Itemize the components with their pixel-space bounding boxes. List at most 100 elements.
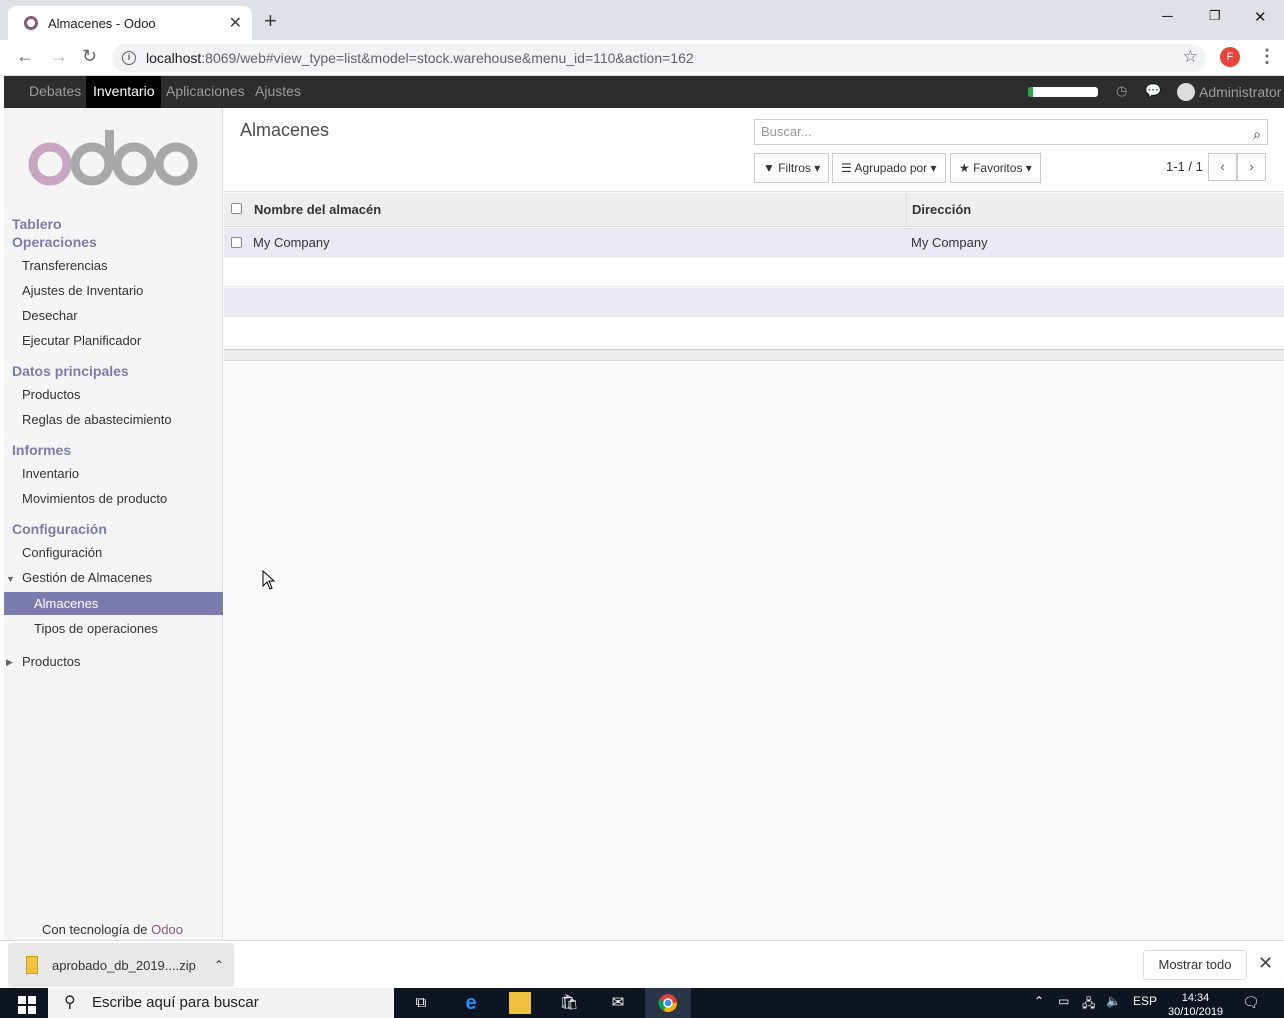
network-icon[interactable]: 🖧 (1082, 994, 1095, 1015)
language-indicator[interactable]: ESP (1133, 994, 1157, 1008)
table-row-empty (224, 288, 1284, 317)
taskbar-search-icon: ⚲ (64, 994, 76, 1011)
taskbar-search-input[interactable]: ⚲ Escribe aquí para buscar (48, 988, 394, 1018)
sidebar-head-configuracion: Configuración (12, 521, 107, 537)
minimize-button[interactable]: ─ (1162, 8, 1173, 25)
windows-start-icon[interactable] (18, 996, 36, 1014)
column-divider (906, 193, 907, 227)
search-input[interactable]: Buscar... ⌕ (754, 119, 1268, 145)
search-icon[interactable]: ⌕ (1253, 122, 1261, 146)
page-title: Almacenes (240, 120, 330, 140)
clock[interactable]: 14:34 30/10/2019 (1168, 991, 1223, 1018)
chevron-up-icon[interactable]: ⌃ (214, 958, 224, 972)
search-placeholder: Buscar... (761, 124, 812, 139)
user-name: Administrator (1199, 84, 1282, 100)
sidebar-item-almacenes[interactable]: Almacenes (4, 592, 223, 615)
restore-button[interactable]: ❐ (1209, 8, 1221, 24)
powered-by: Con tecnología de Odoo (42, 922, 183, 937)
table-row[interactable]: My Company My Company (224, 228, 1284, 257)
sidebar-head-datos: Datos principales (12, 363, 129, 379)
sidebar-item-desechar[interactable]: Desechar (22, 308, 78, 323)
sidebar-item-ejecutar-planificador[interactable]: Ejecutar Planificador (22, 333, 141, 348)
sidebar-head-operaciones: Operaciones (12, 234, 97, 250)
clock-date: 30/10/2019 (1168, 1006, 1224, 1018)
volume-icon[interactable]: 🔈 (1106, 994, 1121, 1008)
row-checkbox[interactable] (231, 237, 242, 248)
new-tab-button[interactable]: + (264, 8, 277, 34)
sidebar-item-transferencias[interactable]: Transferencias (22, 258, 108, 273)
table-row-empty (224, 258, 1284, 287)
mouse-cursor-icon (262, 570, 276, 590)
reload-icon[interactable]: ↻ (82, 46, 97, 67)
activity-clock-icon[interactable]: ◷ (1116, 83, 1127, 99)
chat-icon[interactable]: 💬 (1145, 83, 1161, 99)
show-all-button[interactable]: Mostrar todo (1143, 950, 1247, 980)
control-panel: Almacenes Buscar... ⌕ ▼ Filtros ▾ ☰ Agru… (224, 108, 1284, 192)
tab-close-icon[interactable]: ✕ (229, 13, 242, 33)
sidebar-item-productos[interactable]: Productos (22, 387, 81, 402)
profile-avatar[interactable]: F (1220, 47, 1240, 67)
filters-button[interactable]: ▼ Filtros ▾ (754, 153, 830, 183)
download-item[interactable]: aprobado_db_2019....zip ⌃ (8, 943, 234, 987)
column-header-address[interactable]: Dirección (912, 193, 971, 227)
chrome-icon (658, 994, 677, 1013)
pager-previous-icon[interactable]: ‹ (1208, 153, 1237, 181)
menu-aplicaciones[interactable]: Aplicaciones (159, 76, 252, 108)
site-info-icon[interactable]: i (122, 51, 136, 65)
battery-icon[interactable]: ▭ (1058, 994, 1069, 1008)
taskbar-search-placeholder: Escribe aquí para buscar (92, 994, 259, 1011)
back-icon[interactable]: ← (16, 46, 34, 67)
sidebar-item-movimientos[interactable]: Movimientos de producto (22, 491, 167, 506)
address-bar[interactable]: i localhost:8069/web#view_type=list&mode… (112, 44, 1206, 72)
table-header: Nombre del almacén Dirección (224, 193, 1284, 227)
windows-taskbar: ⚲ Escribe aquí para buscar ⧉ e 🛍 ✉ ⌃ ▭ 🖧… (0, 988, 1284, 1018)
sidebar-item-productos-config[interactable]: Productos (22, 654, 81, 669)
column-header-name[interactable]: Nombre del almacén (254, 193, 381, 227)
odoo-logo (28, 130, 198, 186)
sidebar-head-informes: Informes (12, 442, 72, 458)
download-bar-close-icon[interactable]: ✕ (1258, 953, 1273, 974)
sidebar-head-tablero[interactable]: Tablero (12, 216, 62, 232)
powered-brand-link[interactable]: Odoo (151, 922, 183, 937)
main-content: Almacenes Buscar... ⌕ ▼ Filtros ▾ ☰ Agru… (224, 108, 1284, 940)
pager-value[interactable]: 1-1 / 1 (1166, 159, 1203, 174)
url-path: :8069/web#view_type=list&model=stock.war… (201, 50, 694, 66)
window-close-button[interactable]: ✕ (1254, 8, 1267, 26)
menu-ajustes[interactable]: Ajustes (248, 76, 308, 108)
progress-bar (1028, 87, 1098, 97)
mail-icon[interactable]: ✉ (607, 992, 629, 1014)
forward-icon[interactable]: → (50, 46, 68, 67)
favorites-button[interactable]: ★ Favoritos ▾ (950, 153, 1041, 183)
user-menu[interactable]: Administrator (1177, 76, 1281, 108)
sidebar-item-inventario[interactable]: Inventario (22, 466, 79, 481)
powered-prefix: Con tecnología de (42, 922, 152, 937)
browser-tab[interactable]: Almacenes - Odoo ✕ (8, 6, 252, 40)
browser-menu-icon[interactable]: ⋮ (1258, 46, 1276, 67)
menu-inventario[interactable]: Inventario (86, 76, 162, 108)
odoo-main-menu: Debates Inventario Aplicaciones Ajustes … (4, 76, 1284, 108)
browser-tab-bar: Almacenes - Odoo ✕ + ─ ❐ ✕ (0, 0, 1284, 40)
tray-chevron-icon[interactable]: ⌃ (1034, 994, 1044, 1008)
select-all-checkbox[interactable] (231, 203, 242, 214)
sidebar-item-configuracion[interactable]: Configuración (22, 545, 102, 560)
sidebar-item-gestion-almacenes[interactable]: Gestión de Almacenes (22, 570, 152, 585)
sidebar-item-reglas[interactable]: Reglas de abastecimiento (22, 412, 172, 427)
store-icon[interactable]: 🛍 (558, 992, 580, 1014)
file-explorer-icon[interactable] (509, 992, 531, 1014)
bookmark-star-icon[interactable]: ☆ (1183, 47, 1198, 67)
groupby-label: Agrupado por (854, 161, 928, 175)
user-avatar (1177, 83, 1195, 101)
table-footer (224, 349, 1284, 361)
task-view-icon[interactable]: ⧉ (410, 992, 432, 1014)
sidebar-item-tipos-operaciones[interactable]: Tipos de operaciones (34, 621, 158, 636)
groupby-button[interactable]: ☰ Agrupado por ▾ (832, 153, 946, 183)
edge-icon[interactable]: e (460, 992, 482, 1014)
pager-next-icon[interactable]: › (1237, 153, 1266, 181)
clock-time: 14:34 (1181, 992, 1210, 1004)
sidebar-item-ajustes-inventario[interactable]: Ajustes de Inventario (22, 283, 143, 298)
progress-fill (1028, 87, 1033, 97)
menu-debates[interactable]: Debates (22, 76, 88, 108)
zip-file-icon (26, 956, 38, 974)
chrome-taskbar-button[interactable] (645, 988, 691, 1018)
notifications-icon[interactable]: 🗨 (1242, 994, 1260, 1011)
